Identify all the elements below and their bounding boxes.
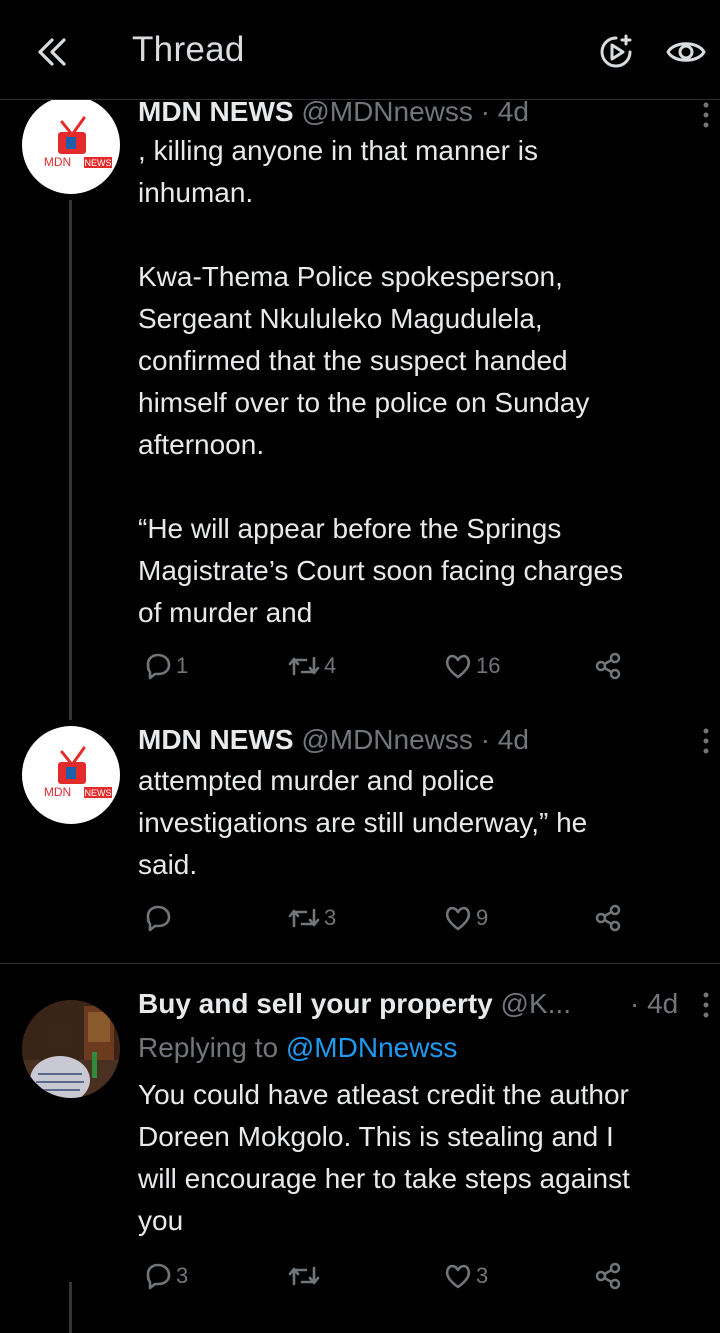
retweet-button[interactable] bbox=[286, 1256, 324, 1296]
heart-icon bbox=[445, 654, 471, 679]
view-button[interactable] bbox=[664, 30, 708, 74]
reply-button[interactable]: 3 bbox=[142, 1256, 188, 1296]
comment-icon bbox=[146, 905, 171, 932]
retweet-icon bbox=[288, 908, 320, 928]
retweet-count: 3 bbox=[324, 905, 337, 930]
author-handle[interactable]: @MDNnewss · 4d bbox=[301, 96, 529, 127]
share-button[interactable] bbox=[592, 1256, 624, 1296]
more-button[interactable] bbox=[700, 100, 712, 130]
author-handle[interactable]: @MDNnewss · 4d bbox=[301, 724, 529, 755]
replying-handle-link[interactable]: @MDNnewss bbox=[286, 1032, 458, 1063]
replying-label: Replying to bbox=[138, 1032, 279, 1063]
tweet[interactable]: MDNNEWS NEWS MDN NEWS @MDNnewss · 4d att… bbox=[0, 720, 720, 962]
svg-text:NEWS: NEWS bbox=[85, 158, 112, 168]
author-name[interactable]: MDN NEWS bbox=[138, 96, 294, 127]
more-button[interactable] bbox=[700, 726, 712, 756]
avatar[interactable] bbox=[22, 1000, 120, 1098]
play-spark-icon bbox=[600, 34, 632, 68]
like-button[interactable]: 16 bbox=[442, 646, 500, 686]
tweet-meta: MDN NEWS @MDNnewss · 4d bbox=[138, 724, 529, 756]
profile-photo-icon bbox=[22, 1000, 120, 1098]
like-button[interactable]: 9 bbox=[442, 898, 488, 938]
retweet-icon bbox=[288, 1266, 320, 1286]
replying-to: Replying to @MDNnewss bbox=[138, 1032, 457, 1064]
retweet-icon bbox=[288, 656, 320, 676]
thread-header: Thread bbox=[0, 0, 720, 100]
vertical-dots-icon bbox=[703, 102, 709, 128]
tweet-line bbox=[138, 214, 708, 256]
like-count: 16 bbox=[476, 653, 501, 678]
comment-icon bbox=[146, 1263, 171, 1290]
tweet[interactable]: MDNNEWS NEWS MDN NEWS @MDNnewss · 4d , k… bbox=[0, 0, 720, 720]
mdn-news-logo-icon: MDNNEWS NEWS bbox=[44, 116, 112, 169]
vertical-dots-icon bbox=[703, 728, 709, 754]
tweet-line: confirmed that the suspect handed bbox=[138, 345, 568, 376]
tweet-line: Sergeant Nkululeko Magudulela, bbox=[138, 303, 543, 334]
tweet-line: Magistrate’s Court soon facing charges bbox=[138, 555, 624, 586]
tweet-line: attempted murder and police bbox=[138, 765, 495, 796]
reply-button[interactable]: 1 bbox=[142, 646, 188, 686]
tweet-line: afternoon. bbox=[138, 429, 265, 460]
reply-count: 1 bbox=[176, 653, 189, 678]
tweet-line: You could have atleast credit the author bbox=[138, 1079, 629, 1110]
tweet-actions: 3 3 bbox=[138, 1256, 698, 1296]
tweet-meta: MDN NEWS @MDNnewss · 4d bbox=[138, 96, 529, 128]
reply-count: 3 bbox=[176, 1263, 189, 1288]
tweet-line: you bbox=[138, 1205, 184, 1236]
tweet-text: attempted murder and police investigatio… bbox=[138, 760, 708, 886]
like-count: 9 bbox=[476, 905, 489, 930]
share-button[interactable] bbox=[592, 898, 624, 938]
avatar[interactable]: MDNNEWS NEWS bbox=[22, 726, 120, 824]
tweet-text: , killing anyone in that manner is inhum… bbox=[138, 130, 708, 634]
tweet-meta: Buy and sell your property @K... bbox=[138, 988, 571, 1020]
tweet-actions: 1 4 16 bbox=[138, 646, 698, 686]
tweet-line: of murder and bbox=[138, 597, 313, 628]
author-handle[interactable]: @K... bbox=[501, 988, 571, 1019]
tweet-line: will encourage her to take steps against bbox=[138, 1163, 630, 1194]
tweet-line: Kwa-Thema Police spokesperson, bbox=[138, 261, 563, 292]
share-icon bbox=[595, 904, 621, 932]
thread-line bbox=[69, 200, 72, 720]
heart-icon bbox=[445, 906, 471, 931]
tweet-line bbox=[138, 466, 708, 508]
back-button[interactable] bbox=[30, 30, 74, 74]
author-name[interactable]: MDN NEWS bbox=[138, 724, 294, 755]
tweet-time: · 4d bbox=[630, 988, 678, 1020]
tweet-line: investigations are still underway,” he bbox=[138, 807, 588, 838]
tweet-line: , killing anyone in that manner is bbox=[138, 135, 538, 166]
tweet-line: Doreen Mokgolo. This is stealing and I bbox=[138, 1121, 614, 1152]
retweet-button[interactable]: 4 bbox=[286, 646, 336, 686]
like-count: 3 bbox=[476, 1263, 489, 1288]
retweet-button[interactable]: 3 bbox=[286, 898, 336, 938]
more-button[interactable] bbox=[700, 990, 712, 1020]
tweet-line: “He will appear before the Springs bbox=[138, 513, 562, 544]
eye-icon bbox=[666, 42, 706, 62]
comment-icon bbox=[146, 653, 171, 680]
timestamp: · 4d bbox=[630, 988, 679, 1019]
author-name[interactable]: Buy and sell your property bbox=[138, 988, 493, 1019]
tweet[interactable]: Buy and sell your property @K... · 4d Re… bbox=[0, 964, 720, 1333]
avatar[interactable]: MDNNEWS NEWS bbox=[22, 96, 120, 194]
mdn-news-logo-icon: MDNNEWS NEWS bbox=[44, 746, 112, 799]
reply-button[interactable] bbox=[142, 898, 176, 938]
page-title: Thread bbox=[132, 30, 245, 69]
vertical-dots-icon bbox=[703, 992, 709, 1018]
heart-icon bbox=[445, 1264, 471, 1289]
share-button[interactable] bbox=[592, 646, 624, 686]
tweet-line: himself over to the police on Sunday bbox=[138, 387, 590, 418]
retweet-count: 4 bbox=[324, 653, 337, 678]
tweet-text: You could have atleast credit the author… bbox=[138, 1074, 708, 1242]
spaces-button[interactable] bbox=[594, 30, 638, 74]
double-chevron-left-icon bbox=[38, 38, 66, 66]
tweet-line: inhuman. bbox=[138, 177, 254, 208]
share-icon bbox=[595, 1262, 621, 1290]
thread-line bbox=[69, 1282, 72, 1333]
share-icon bbox=[595, 652, 621, 680]
like-button[interactable]: 3 bbox=[442, 1256, 488, 1296]
svg-text:NEWS: NEWS bbox=[85, 788, 112, 798]
tweet-line: said. bbox=[138, 849, 198, 880]
tweet-actions: 3 9 bbox=[138, 898, 698, 938]
